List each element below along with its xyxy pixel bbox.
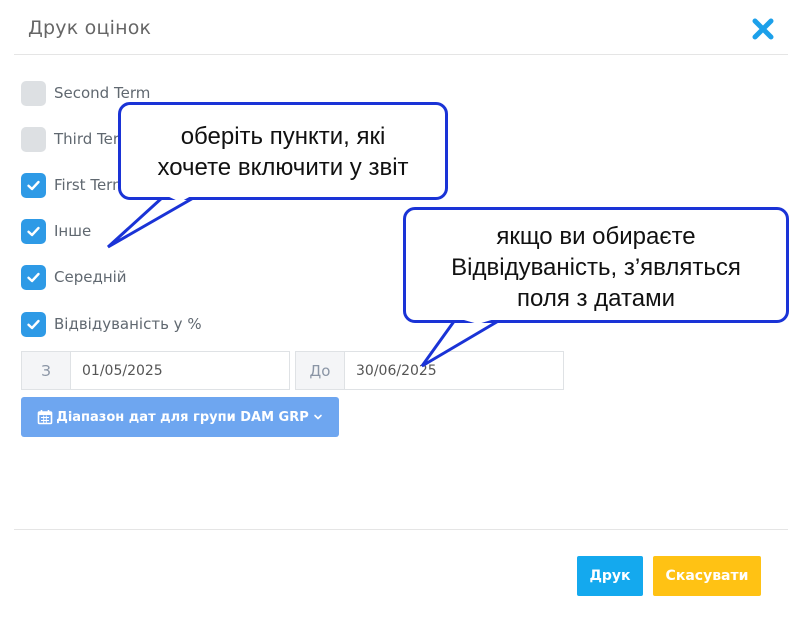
option-other[interactable]: Інше bbox=[21, 218, 91, 244]
option-first-term[interactable]: First Term bbox=[21, 172, 127, 198]
callout-text-line: хочете включити у звіт bbox=[157, 154, 409, 181]
option-attendance[interactable]: Відвідуваність у % bbox=[21, 311, 202, 337]
print-button[interactable]: Друк bbox=[577, 556, 643, 596]
callout-select-items: оберіть пункти, які хочете включити у зв… bbox=[118, 102, 448, 200]
option-label: Інше bbox=[54, 222, 92, 240]
option-third-term[interactable]: Third Term bbox=[21, 126, 133, 152]
cancel-button[interactable]: Скасувати bbox=[653, 556, 761, 596]
date-from-group: З 01/05/2025 bbox=[21, 351, 290, 390]
callout-text-line: поля з датами bbox=[517, 285, 675, 312]
checkbox-attendance[interactable] bbox=[21, 311, 46, 337]
date-to-label: До bbox=[295, 351, 344, 390]
group-date-range-button[interactable]: Діапазон дат для групи DAM GRP bbox=[21, 397, 339, 437]
checkbox-second-term[interactable] bbox=[21, 80, 46, 106]
date-from-input[interactable]: 01/05/2025 bbox=[70, 351, 290, 390]
checkmark-icon bbox=[27, 226, 40, 236]
checkbox-other[interactable] bbox=[21, 218, 46, 244]
option-average[interactable]: Середній bbox=[21, 264, 127, 290]
callout-text-line: Відвідуваність, з’являться bbox=[451, 254, 741, 281]
modal-title: Друк оцінок bbox=[28, 17, 152, 39]
group-date-range-label: Діапазон дат для групи DAM GRP bbox=[56, 409, 309, 425]
checkmark-icon bbox=[27, 319, 40, 329]
date-from-label: З bbox=[21, 351, 70, 390]
checkbox-average[interactable] bbox=[21, 264, 46, 290]
date-to-group: До 30/06/2025 bbox=[295, 351, 564, 390]
checkmark-icon bbox=[27, 272, 40, 282]
calendar-icon bbox=[37, 409, 53, 425]
modal-header: Друк оцінок bbox=[14, 0, 788, 55]
close-icon[interactable] bbox=[750, 16, 776, 42]
option-label: Середній bbox=[54, 268, 127, 286]
date-to-input[interactable]: 30/06/2025 bbox=[344, 351, 564, 390]
option-label: First Term bbox=[54, 176, 127, 194]
chevron-down-icon bbox=[313, 412, 323, 422]
callout-attendance-dates: якщо ви обираєте Відвідуваність, з’являт… bbox=[403, 207, 789, 323]
option-label: Second Term bbox=[54, 84, 151, 102]
checkbox-first-term[interactable] bbox=[21, 172, 46, 198]
option-label: Відвідуваність у % bbox=[54, 315, 202, 333]
callout-text-line: оберіть пункти, які bbox=[180, 123, 386, 150]
footer-divider bbox=[14, 529, 788, 530]
checkmark-icon bbox=[27, 180, 40, 190]
checkbox-third-term[interactable] bbox=[21, 126, 46, 152]
callout-text-line: якщо ви обираєте bbox=[496, 223, 696, 250]
